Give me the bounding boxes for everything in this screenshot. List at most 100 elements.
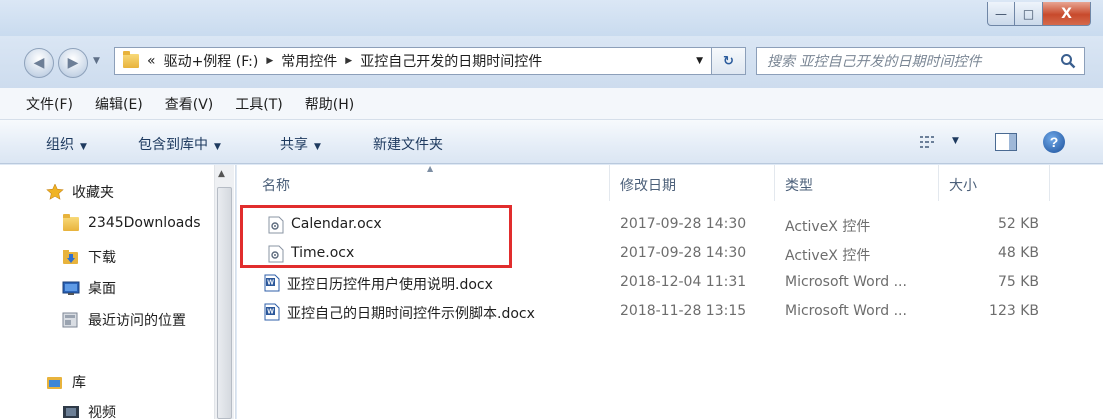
file-size: 75 KB	[997, 274, 1039, 290]
file-list: ▲ 名称 修改日期 类型 大小 Calendar.ocx 2017-09-28 …	[237, 164, 1103, 419]
share-label: 共享	[280, 137, 308, 153]
view-options-dropdown[interactable]: ▼	[952, 136, 959, 146]
sidebar-item-libraries[interactable]: 库	[46, 372, 86, 392]
library-icon	[47, 377, 62, 389]
folder-icon	[123, 51, 139, 68]
file-type: Microsoft Word ...	[785, 303, 907, 319]
arrow-left-icon: ◀	[33, 55, 45, 71]
file-modified: 2017-09-28 14:30	[620, 245, 747, 261]
breadcrumb-common-controls[interactable]: 常用控件	[281, 51, 337, 71]
include-in-library-button[interactable]: 包含到库中 ▼	[138, 134, 221, 154]
star-icon	[46, 184, 64, 200]
menu-file[interactable]: 文件(F)	[26, 94, 73, 114]
table-row[interactable]: Calendar.ocx 2017-09-28 14:30 ActiveX 控件…	[237, 211, 1103, 240]
folder-icon	[62, 214, 80, 231]
breadcrumb-current-folder[interactable]: 亚控自己开发的日期时间控件	[360, 51, 542, 71]
sidebar-item-label: 收藏夹	[72, 185, 114, 201]
organize-label: 组织	[46, 137, 74, 153]
breadcrumb-drive[interactable]: 驱动+例程 (F:)	[164, 51, 259, 71]
caret-down-icon: ▼	[314, 142, 321, 152]
sidebar-item-label: 2345Downloads	[88, 215, 201, 231]
back-button[interactable]: ◀	[24, 48, 54, 78]
file-size: 52 KB	[997, 216, 1039, 232]
file-name: Calendar.ocx	[291, 216, 382, 232]
search-placeholder: 搜索 亚控自己开发的日期时间控件	[767, 54, 982, 70]
sidebar-item-favorites[interactable]: 收藏夹	[46, 182, 114, 202]
file-type: ActiveX 控件	[785, 248, 871, 264]
recent-pages-dropdown[interactable]: ▼	[93, 56, 100, 66]
breadcrumb-arrow-icon[interactable]: ▶	[266, 56, 273, 66]
word-document-icon: W	[264, 274, 280, 292]
minimize-button[interactable]: —	[987, 2, 1015, 26]
sidebar-item-downloads-folder[interactable]: 2345Downloads	[62, 214, 201, 231]
column-divider[interactable]	[774, 165, 775, 201]
column-divider[interactable]	[1049, 165, 1050, 201]
file-type: Microsoft Word ...	[785, 274, 907, 290]
file-modified: 2017-09-28 14:30	[620, 216, 747, 232]
search-icon[interactable]	[1060, 53, 1076, 69]
forward-button[interactable]: ▶	[58, 48, 88, 78]
column-header-type[interactable]: 类型	[785, 175, 813, 195]
file-name: 亚控自己的日期时间控件示例脚本.docx	[287, 306, 535, 322]
column-divider[interactable]	[609, 165, 610, 201]
sidebar-item-videos[interactable]: 视频	[62, 402, 116, 419]
column-header-modified[interactable]: 修改日期	[620, 175, 676, 195]
breadcrumb-arrow-icon[interactable]: ▶	[345, 56, 352, 66]
sidebar-item-recent-places[interactable]: 最近访问的位置	[62, 310, 186, 330]
new-folder-label: 新建文件夹	[373, 137, 443, 153]
address-dropdown-icon[interactable]: ▼	[696, 56, 703, 66]
menu-tools[interactable]: 工具(T)	[235, 94, 282, 114]
sidebar-item-label: 库	[72, 375, 86, 391]
menu-help[interactable]: 帮助(H)	[305, 94, 354, 114]
sidebar-item-label: 下载	[88, 250, 116, 266]
menu-view[interactable]: 查看(V)	[165, 94, 214, 114]
file-modified: 2018-11-28 13:15	[620, 303, 747, 319]
file-modified: 2018-12-04 11:31	[620, 274, 747, 290]
desktop-icon	[62, 281, 80, 295]
menu-bar: 文件(F) 编辑(E) 查看(V) 工具(T) 帮助(H)	[0, 88, 1103, 120]
address-overflow[interactable]: «	[147, 53, 156, 69]
navigation-pane: 收藏夹 2345Downloads 下载 桌面 最近访问的位置 库 视频	[0, 165, 236, 419]
preview-pane-icon[interactable]	[995, 133, 1017, 151]
file-type: ActiveX 控件	[785, 219, 871, 235]
column-header-name[interactable]: 名称	[262, 175, 290, 195]
help-icon[interactable]: ?	[1043, 131, 1065, 153]
file-size: 123 KB	[989, 303, 1039, 319]
sidebar-item-label: 桌面	[88, 281, 116, 297]
sidebar-item-label: 视频	[88, 405, 116, 419]
organize-button[interactable]: 组织 ▼	[46, 134, 87, 154]
caret-down-icon: ▼	[80, 142, 87, 152]
table-row[interactable]: W 亚控自己的日期时间控件示例脚本.docx 2018-11-28 13:15 …	[237, 298, 1103, 327]
sidebar-item-desktop[interactable]: 桌面	[62, 278, 116, 298]
recent-places-icon	[62, 312, 78, 328]
svg-text:W: W	[267, 280, 274, 287]
change-view-icon[interactable]	[920, 136, 938, 148]
table-row[interactable]: W 亚控日历控件用户使用说明.docx 2018-12-04 11:31 Mic…	[237, 269, 1103, 298]
command-bar: 组织 ▼ 包含到库中 ▼ 共享 ▼ 新建文件夹 ▼ ?	[0, 120, 1103, 164]
arrow-right-icon: ▶	[67, 55, 79, 71]
column-divider[interactable]	[938, 165, 939, 201]
refresh-icon: ↻	[723, 53, 734, 69]
share-button[interactable]: 共享 ▼	[280, 134, 321, 154]
file-name: Time.ocx	[291, 245, 355, 261]
scroll-up-icon[interactable]: ▲	[218, 169, 225, 179]
file-name: 亚控日历控件用户使用说明.docx	[287, 277, 493, 293]
sidebar-item-downloads[interactable]: 下载	[62, 247, 116, 267]
search-input[interactable]: 搜索 亚控自己开发的日期时间控件	[756, 47, 1085, 75]
window-controls: — □ X	[987, 2, 1091, 26]
table-row[interactable]: Time.ocx 2017-09-28 14:30 ActiveX 控件 48 …	[237, 240, 1103, 269]
refresh-button[interactable]: ↻	[712, 47, 746, 75]
close-button[interactable]: X	[1043, 2, 1091, 26]
new-folder-button[interactable]: 新建文件夹	[373, 134, 443, 154]
video-library-icon	[63, 406, 79, 418]
maximize-button[interactable]: □	[1015, 2, 1043, 26]
file-size: 48 KB	[997, 245, 1039, 261]
menu-edit[interactable]: 编辑(E)	[95, 94, 143, 114]
column-header-size[interactable]: 大小	[949, 175, 977, 195]
svg-text:W: W	[267, 309, 274, 316]
navigation-pane-scrollbar[interactable]: ▲	[214, 165, 234, 419]
navigation-bar: ◀ ▶ ▼ « 驱动+例程 (F:) ▶ 常用控件 ▶ 亚控自己开发的日期时间控…	[0, 36, 1103, 88]
word-document-icon: W	[264, 303, 280, 321]
address-bar[interactable]: « 驱动+例程 (F:) ▶ 常用控件 ▶ 亚控自己开发的日期时间控件 ▼	[114, 47, 712, 75]
scrollbar-thumb[interactable]	[217, 187, 232, 419]
